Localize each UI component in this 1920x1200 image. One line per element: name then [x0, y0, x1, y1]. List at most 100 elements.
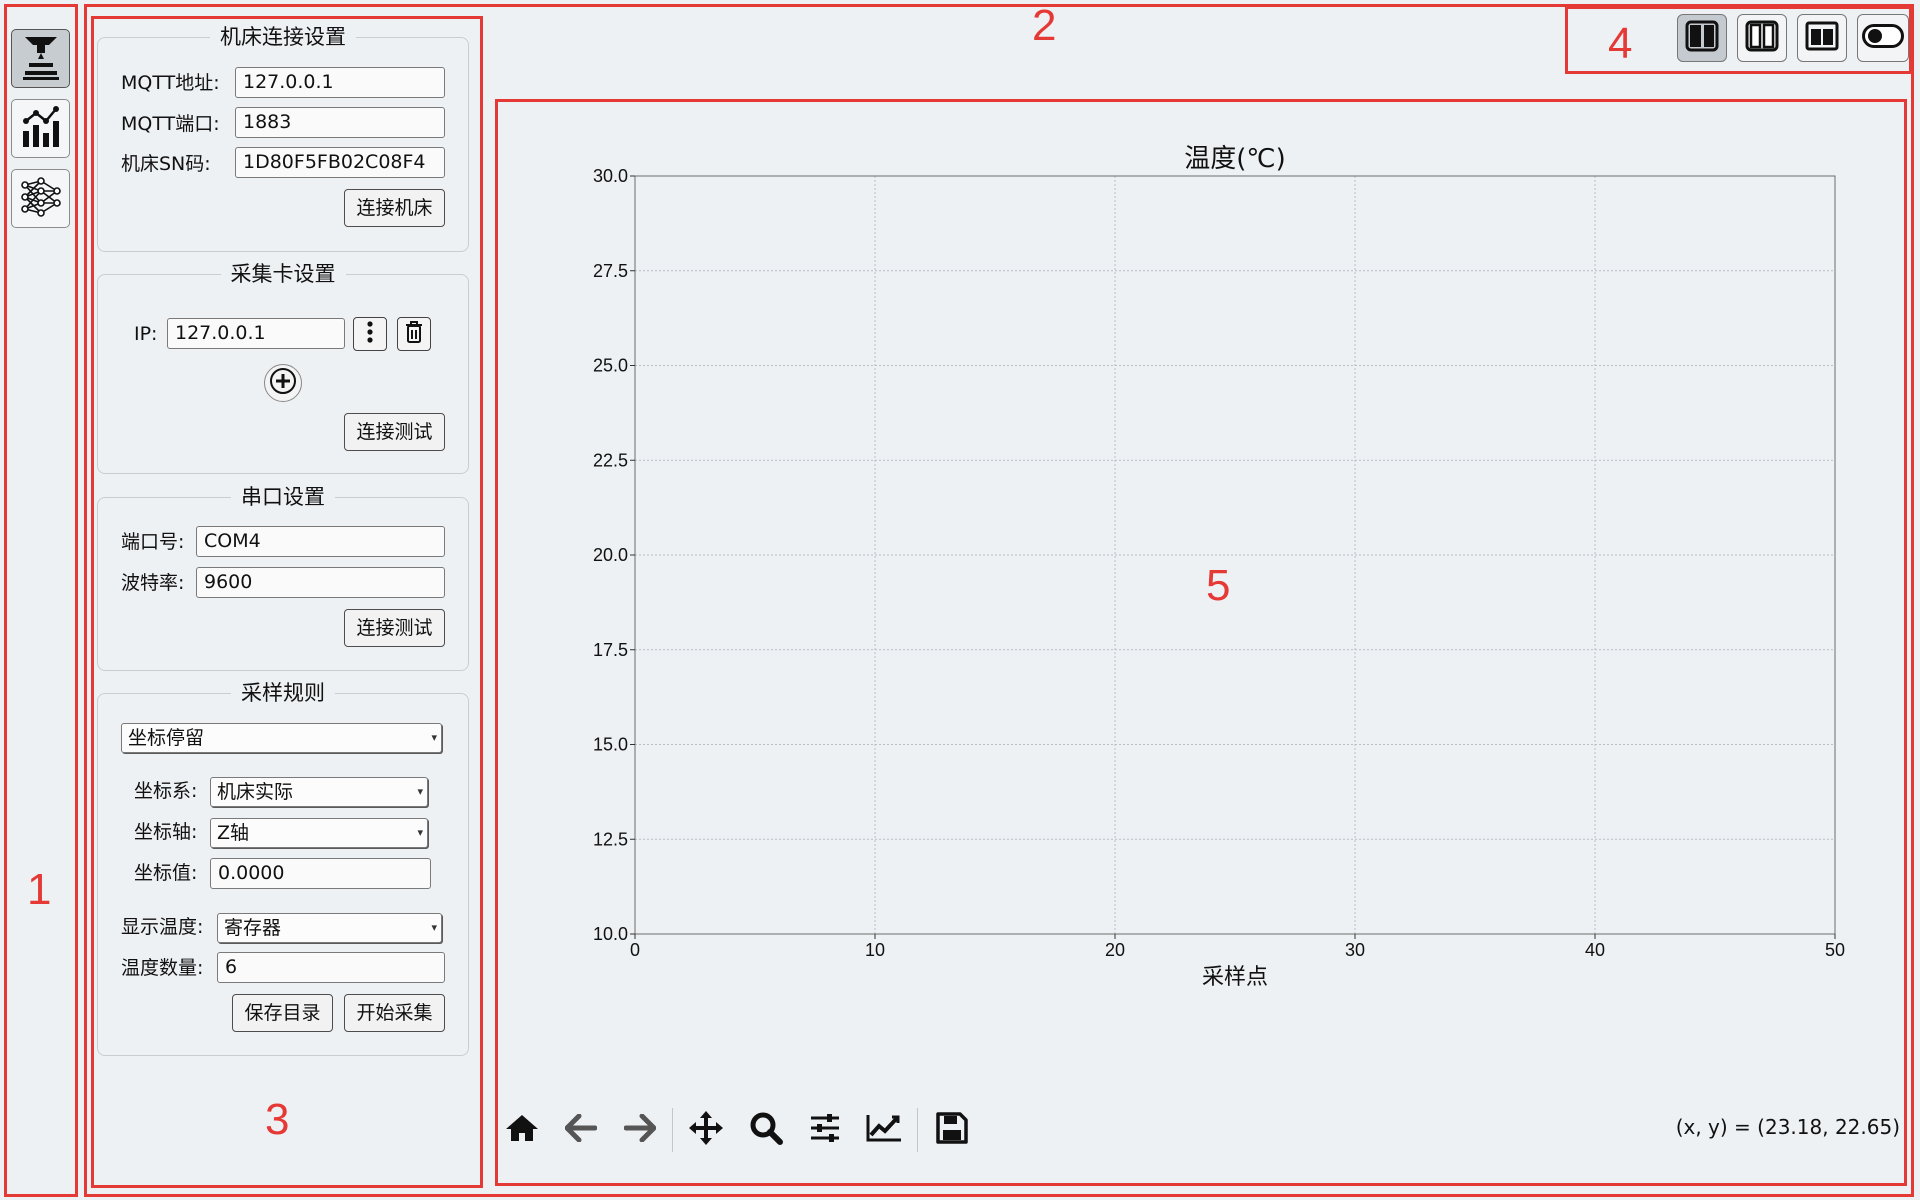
- edit-axis-icon: [865, 1113, 903, 1147]
- neural-network-icon: [19, 175, 63, 223]
- forward-button[interactable]: [618, 1100, 662, 1160]
- nav-network-button[interactable]: [11, 169, 70, 228]
- connect-machine-button[interactable]: 连接机床: [344, 189, 445, 227]
- cursor-coordinates: (x, y) = (23.18, 22.65): [1675, 1115, 1900, 1139]
- nav-chart-button[interactable]: [11, 99, 70, 158]
- machine-sn-input[interactable]: 1D80F5FB02C08F4: [235, 147, 445, 178]
- save-figure-button[interactable]: [930, 1100, 974, 1160]
- delete-ip-button[interactable]: [397, 317, 431, 351]
- save-directory-button[interactable]: 保存目录: [232, 994, 333, 1032]
- mqtt-address-input[interactable]: 127.0.0.1: [235, 67, 445, 98]
- coord-axis-select[interactable]: Z轴 ▾: [210, 818, 428, 848]
- dropdown-arrow-icon: ▾: [417, 826, 423, 839]
- toolbar-separator: [672, 1108, 673, 1152]
- sampling-rule-select[interactable]: 坐标停留 ▾: [121, 723, 442, 753]
- x-tick-label: 40: [1585, 940, 1605, 960]
- toolbar-separator: [917, 1108, 918, 1152]
- y-tick-label: 27.5: [593, 261, 628, 281]
- acquisition-card-title: 采集卡设置: [220, 262, 346, 286]
- card-test-button[interactable]: 连接测试: [344, 413, 445, 451]
- machine-sn-label: 机床SN码:: [121, 153, 211, 175]
- annotation-3: 3: [265, 1095, 290, 1144]
- x-tick-label: 0: [630, 940, 640, 960]
- layout-panel-button[interactable]: [1797, 14, 1847, 62]
- panel-icon: [1805, 21, 1839, 55]
- ip-label: IP:: [134, 323, 158, 345]
- home-icon: [505, 1113, 539, 1147]
- x-axis-label: 采样点: [1202, 965, 1268, 990]
- coord-system-value: 机床实际: [217, 781, 294, 803]
- pan-icon: [688, 1110, 724, 1150]
- nav-machine-button[interactable]: [11, 29, 70, 88]
- machine-tool-icon: [19, 33, 63, 85]
- y-tick-label: 22.5: [593, 450, 628, 470]
- temp-count-label: 温度数量:: [121, 957, 204, 979]
- dropdown-arrow-icon: ▾: [417, 785, 423, 798]
- theme-toggle-button[interactable]: [1857, 14, 1909, 62]
- display-temp-value: 寄存器: [224, 917, 282, 939]
- split-right-icon: [1745, 20, 1779, 56]
- y-tick-label: 30.0: [593, 166, 628, 186]
- configure-subplots-icon: [809, 1113, 841, 1147]
- coord-value-input[interactable]: 0.0000: [210, 858, 431, 889]
- sampling-rules-group: 采样规则 坐标停留 ▾ 坐标系: 机床实际 ▾ 坐标轴: Z轴 ▾ 坐标值: 0…: [97, 681, 469, 1056]
- ip-input[interactable]: 127.0.0.1: [167, 318, 345, 349]
- machine-connection-group: 机床连接设置 MQTT地址: 127.0.0.1 MQTT端口: 1883 机床…: [97, 25, 469, 252]
- temp-count-input[interactable]: 6: [217, 952, 445, 983]
- back-button[interactable]: [559, 1100, 603, 1160]
- coord-system-select[interactable]: 机床实际 ▾: [210, 777, 428, 807]
- coord-system-label: 坐标系:: [134, 780, 198, 802]
- zoom-button[interactable]: [744, 1100, 788, 1160]
- forward-icon: [623, 1113, 657, 1146]
- serial-group: 串口设置 端口号: COM4 波特率: 9600 连接测试: [97, 485, 469, 671]
- zoom-icon: [749, 1111, 783, 1149]
- edit-axis-button[interactable]: [862, 1100, 906, 1160]
- y-tick-label: 25.0: [593, 356, 628, 376]
- port-label: 端口号:: [121, 531, 185, 553]
- mqtt-port-label: MQTT端口:: [121, 113, 220, 135]
- y-tick-label: 15.0: [593, 735, 628, 755]
- y-tick-label: 20.0: [593, 545, 628, 565]
- annotation-1: 1: [27, 865, 52, 914]
- more-vertical-icon: [366, 320, 374, 348]
- layout-split-right-button[interactable]: [1737, 14, 1787, 62]
- y-tick-label: 17.5: [593, 640, 628, 660]
- more-options-button[interactable]: [353, 317, 387, 351]
- home-button[interactable]: [500, 1100, 544, 1160]
- machine-connection-title: 机床连接设置: [210, 25, 356, 49]
- layout-split-left-button[interactable]: [1677, 14, 1727, 62]
- mqtt-address-label: MQTT地址:: [121, 72, 220, 94]
- serial-test-button[interactable]: 连接测试: [344, 609, 445, 647]
- temperature-chart[interactable]: 温度(℃) 0 10 20 30 40 50 10.0 12.5 15.0 17.5 20.0 22…: [500, 104, 1900, 1004]
- y-tick-label: 10.0: [593, 924, 628, 944]
- trash-icon: [404, 320, 424, 348]
- baud-input[interactable]: 9600: [196, 567, 445, 598]
- save-figure-icon: [936, 1112, 968, 1148]
- acquisition-card-group: 采集卡设置 IP: 127.0.0.1 连接测试: [97, 262, 469, 474]
- x-tick-label: 30: [1345, 940, 1365, 960]
- x-tick-label: 50: [1825, 940, 1845, 960]
- annotation-4: 4: [1608, 19, 1633, 68]
- display-temp-select[interactable]: 寄存器 ▾: [217, 913, 442, 943]
- baud-label: 波特率:: [121, 572, 185, 594]
- bar-chart-icon: [19, 105, 63, 153]
- port-input[interactable]: COM4: [196, 526, 445, 557]
- sampling-rule-value: 坐标停留: [128, 727, 205, 749]
- dropdown-arrow-icon: ▾: [431, 921, 437, 934]
- toggle-switch-icon: [1862, 24, 1904, 52]
- dropdown-arrow-icon: ▾: [431, 731, 437, 744]
- sampling-title: 采样规则: [231, 681, 335, 705]
- y-axis: 10.0 12.5 15.0 17.5 20.0 22.5 25.0 27.5 30.0: [593, 166, 635, 944]
- split-left-icon: [1685, 20, 1719, 56]
- serial-title: 串口设置: [231, 485, 335, 509]
- coord-value-label: 坐标值:: [134, 862, 198, 884]
- configure-subplots-button[interactable]: [803, 1100, 847, 1160]
- coord-axis-label: 坐标轴:: [134, 821, 198, 843]
- back-icon: [564, 1113, 598, 1146]
- mqtt-port-input[interactable]: 1883: [235, 107, 445, 138]
- coord-axis-value: Z轴: [217, 822, 250, 844]
- pan-button[interactable]: [684, 1100, 728, 1160]
- display-temp-label: 显示温度:: [121, 916, 204, 938]
- add-ip-button[interactable]: [264, 364, 302, 402]
- start-sampling-button[interactable]: 开始采集: [344, 994, 445, 1032]
